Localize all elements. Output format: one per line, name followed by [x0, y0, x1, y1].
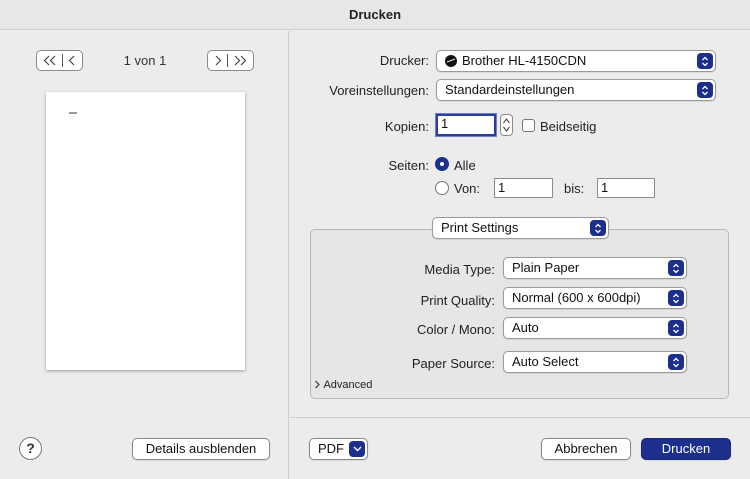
window-title: Drucken [0, 0, 750, 30]
pages-label: Seiten: [388, 158, 429, 173]
copies-field[interactable]: 1 [436, 114, 496, 136]
chevron-up-down-icon [697, 82, 713, 98]
print-button[interactable]: Drucken [641, 438, 731, 460]
chevron-up-down-icon [590, 220, 606, 236]
media-type-select[interactable]: Plain Paper [503, 257, 687, 279]
preview-content [69, 112, 77, 114]
first-page-icon[interactable] [43, 55, 57, 66]
media-type-label: Media Type: [424, 262, 495, 277]
preview-nav-back-group [36, 50, 83, 71]
printer-value: Brother HL-4150CDN [462, 53, 587, 68]
cancel-button[interactable]: Abbrechen [541, 438, 631, 460]
copies-label: Kopien: [384, 119, 429, 134]
previous-page-icon[interactable] [68, 55, 76, 66]
print-quality-select[interactable]: Normal (600 x 600dpi) [503, 287, 687, 309]
copies-stepper[interactable] [500, 114, 513, 136]
pages-all-label: Alle [454, 158, 476, 173]
footer-divider [290, 417, 750, 418]
duplex-checkbox[interactable] [522, 119, 535, 132]
printer-icon [445, 55, 457, 67]
presets-select[interactable]: Standardeinstellungen [436, 79, 716, 101]
page-preview [46, 92, 245, 370]
chevron-up-down-icon [668, 260, 684, 276]
pages-to-label: bis: [564, 181, 585, 196]
advanced-label: Advanced [323, 379, 373, 391]
pdf-label: PDF [318, 441, 344, 456]
paper-source-select[interactable]: Auto Select [503, 351, 687, 373]
presets-label: Voreinstellungen: [329, 83, 429, 98]
pages-range-radio[interactable] [435, 181, 449, 195]
chevron-up-down-icon [697, 53, 713, 69]
paper-source-label: Paper Source: [411, 356, 495, 371]
print-quality-value: Normal (600 x 600dpi) [512, 290, 641, 305]
color-mono-value: Auto [512, 320, 539, 335]
presets-value: Standardeinstellungen [445, 82, 575, 97]
section-select[interactable]: Print Settings [432, 217, 609, 239]
chevron-right-icon [315, 380, 320, 389]
chevron-up-down-icon [668, 320, 684, 336]
media-type-value: Plain Paper [512, 260, 580, 275]
nav-separator [62, 54, 63, 67]
hide-details-button[interactable]: Details ausblenden [132, 438, 270, 460]
color-mono-label: Color / Mono: [416, 322, 495, 337]
advanced-disclosure[interactable]: Advanced [314, 379, 372, 391]
chevron-down-icon [349, 441, 365, 457]
color-mono-select[interactable]: Auto [503, 317, 687, 339]
paper-source-value: Auto Select [512, 354, 579, 369]
print-quality-label: Print Quality: [420, 293, 495, 308]
page-indicator: 1 von 1 [123, 53, 167, 68]
last-page-icon[interactable] [233, 55, 247, 66]
preview-pane: 1 von 1 ? Details ausblenden [0, 31, 289, 479]
settings-pane: Drucker: Brother HL-4150CDN Voreinstellu… [290, 31, 750, 479]
help-button[interactable]: ? [19, 437, 42, 460]
pages-to-field[interactable]: 1 [597, 178, 655, 198]
preview-nav-forward-group [207, 50, 254, 71]
chevron-up-down-icon [668, 290, 684, 306]
nav-separator [227, 54, 228, 67]
pages-all-radio[interactable] [435, 157, 449, 171]
duplex-label: Beidseitig [540, 119, 597, 134]
pages-from-label: Von: [454, 181, 481, 196]
print-settings-panel [310, 229, 729, 399]
pages-from-field[interactable]: 1 [494, 178, 553, 198]
printer-select[interactable]: Brother HL-4150CDN [436, 50, 716, 72]
chevron-up-down-icon [668, 354, 684, 370]
section-value: Print Settings [441, 220, 519, 235]
pdf-menu-button[interactable]: PDF [309, 438, 368, 460]
printer-label: Drucker: [379, 53, 429, 68]
next-page-icon[interactable] [214, 55, 222, 66]
